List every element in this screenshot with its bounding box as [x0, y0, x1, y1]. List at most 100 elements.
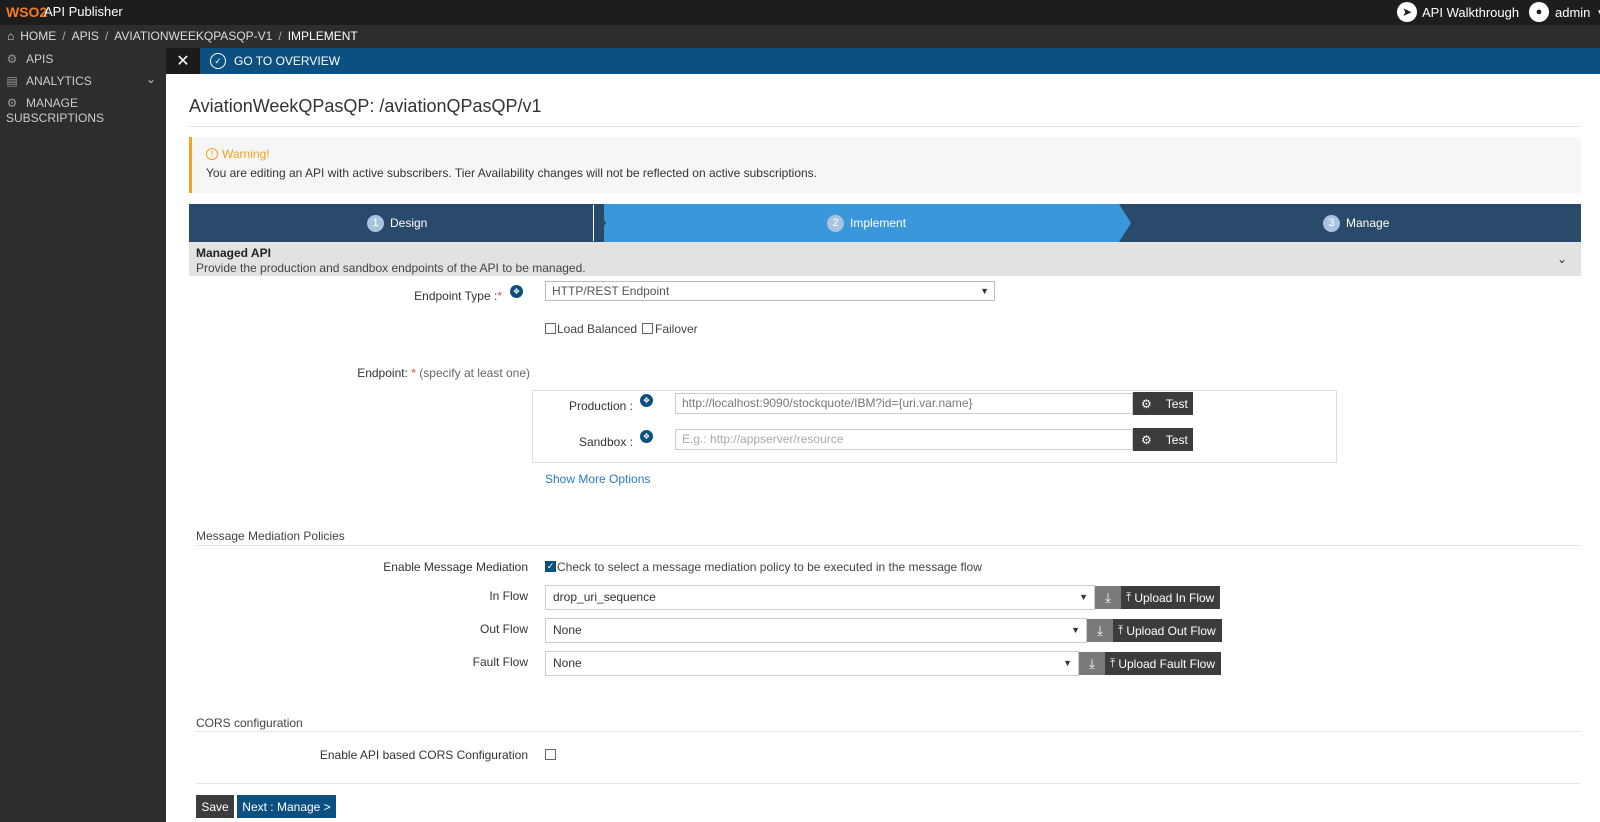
caret-down-icon: ▼ — [1596, 8, 1600, 17]
sidebar: ⚙ APIS ▤ ANALYTICS ⌄ ⚙ MANAGE SUBSCRIPTI… — [0, 48, 166, 822]
fault-flow-value: None — [553, 656, 582, 670]
go-to-overview-link[interactable]: ✓ GO TO OVERVIEW — [210, 48, 340, 74]
step-number: 2 — [827, 214, 844, 232]
step-label: Manage — [1346, 216, 1390, 230]
upload-in-flow-button[interactable]: ⤒ Upload In Flow — [1121, 586, 1221, 609]
close-icon[interactable]: ✕ — [166, 48, 200, 74]
caret-down-icon: ▼ — [1063, 658, 1072, 668]
out-flow-label: Out Flow — [479, 622, 528, 636]
walkthrough-label: API Walkthrough — [1422, 4, 1520, 20]
api-walkthrough-button[interactable]: ➤ API Walkthrough — [1397, 2, 1519, 22]
gear-icon: ⚙ — [6, 52, 18, 66]
managed-api-subtitle: Provide the production and sandbox endpo… — [196, 261, 586, 275]
download-out-flow-button[interactable]: ⤓ — [1087, 619, 1113, 642]
mediation-section-title: Message Mediation Policies — [196, 529, 345, 543]
sandbox-endpoint-input[interactable]: E.g.: http://appserver/resource — [675, 429, 1133, 450]
sidebar-item-manage-subscriptions[interactable]: ⚙ MANAGE SUBSCRIPTIONS — [6, 96, 106, 126]
step-design[interactable]: 1 Design — [367, 204, 427, 242]
out-flow-select[interactable]: None ▼ — [545, 618, 1087, 643]
wso2-logo[interactable]: WSO2 — [6, 4, 47, 20]
download-icon: ⤓ — [1097, 622, 1103, 638]
user-icon: ● — [1529, 2, 1549, 22]
breadcrumb-api[interactable]: AVIATIONWEEKQPASQP-V1 — [114, 29, 272, 43]
endpoint-label: Endpoint: * (specify at least one) — [357, 366, 530, 380]
sidebar-item-label: MANAGE SUBSCRIPTIONS — [6, 96, 105, 125]
breadcrumb-apis[interactable]: APIS — [72, 29, 99, 43]
upload-out-flow-button[interactable]: ⤒ Upload Out Flow — [1113, 619, 1222, 642]
load-balanced-checkbox[interactable] — [545, 323, 556, 334]
chart-icon: ▤ — [6, 74, 18, 88]
overview-bar: ✕ ✓ GO TO OVERVIEW — [166, 48, 1600, 74]
breadcrumb: ⌂ HOME / APIS / AVIATIONWEEKQPASQP-V1 / … — [7, 29, 358, 43]
help-icon[interactable]: ❖ — [640, 394, 653, 407]
out-flow-value: None — [553, 623, 582, 637]
production-endpoint-input[interactable]: http://localhost:9090/stockquote/IBM?id=… — [675, 393, 1133, 414]
warning-message: You are editing an API with active subsc… — [206, 166, 817, 180]
in-flow-label: In Flow — [489, 589, 528, 603]
cors-enable-checkbox[interactable] — [545, 749, 556, 760]
production-label: Production : — [568, 399, 633, 413]
test-label: Test — [1165, 396, 1188, 411]
save-button[interactable]: Save — [196, 795, 234, 818]
chevron-down-icon[interactable]: ⌄ — [146, 72, 156, 86]
sidebar-item-label: APIS — [26, 52, 54, 66]
caret-down-icon: ▼ — [980, 286, 989, 296]
step-label: Design — [390, 216, 428, 230]
download-icon: ⤓ — [1105, 589, 1111, 605]
upload-icon: ⤒ — [1126, 590, 1132, 604]
divider — [196, 545, 1580, 546]
endpoint-type-value: HTTP/REST Endpoint — [552, 284, 670, 298]
upload-label: Upload Out Flow — [1126, 623, 1216, 638]
chevron-down-icon[interactable]: ⌄ — [1557, 252, 1567, 266]
help-icon[interactable]: ❖ — [510, 285, 523, 298]
breadcrumb-separator: / — [278, 29, 282, 43]
cors-section-title: CORS configuration — [196, 716, 303, 730]
test-label: Test — [1165, 432, 1188, 447]
overview-label: GO TO OVERVIEW — [234, 54, 341, 68]
help-icon[interactable]: ❖ — [640, 430, 653, 443]
upload-label: Upload In Flow — [1134, 590, 1215, 605]
upload-icon: ⤒ — [1110, 656, 1116, 670]
user-menu[interactable]: ● admin ▼ — [1529, 2, 1600, 22]
breadcrumb-separator: / — [104, 29, 109, 43]
upload-fault-flow-button[interactable]: ⤒ Upload Fault Flow — [1105, 652, 1222, 675]
enable-mediation-checkbox[interactable]: ✓ — [545, 561, 556, 572]
step-number: 3 — [1323, 214, 1340, 232]
next-manage-button[interactable]: Next : Manage > — [237, 795, 336, 818]
sandbox-test-button[interactable]: ⚙ Test — [1133, 428, 1193, 451]
warning-title: ! Warning! — [206, 147, 270, 161]
step-implement[interactable]: 2 Implement — [827, 204, 906, 242]
step-number: 1 — [367, 214, 384, 232]
caret-down-icon: ▼ — [1071, 625, 1080, 635]
step-manage[interactable]: 3 Manage — [1323, 204, 1389, 242]
endpoint-type-select[interactable]: HTTP/REST Endpoint ▼ — [545, 281, 995, 301]
managed-api-panel-header[interactable]: Managed API Provide the production and s… — [189, 242, 1581, 276]
page-title: AviationWeekQPasQP: /aviationQPasQP/v1 — [189, 96, 542, 116]
production-test-button[interactable]: ⚙ Test — [1133, 392, 1193, 415]
gear-icon: ⚙ — [1141, 396, 1152, 411]
step-divider — [594, 204, 606, 242]
sidebar-item-label: ANALYTICS — [26, 74, 92, 88]
failover-checkbox[interactable] — [642, 323, 653, 334]
sidebar-item-apis[interactable]: ⚙ APIS — [6, 52, 54, 66]
upload-label: Upload Fault Flow — [1118, 656, 1216, 671]
home-icon: ⌂ — [7, 29, 15, 43]
sidebar-item-analytics[interactable]: ▤ ANALYTICS — [6, 74, 92, 88]
breadcrumb-home[interactable]: HOME — [20, 29, 56, 43]
endpoint-type-label: Endpoint Type :* — [414, 289, 502, 303]
user-name: admin — [1555, 4, 1591, 20]
fault-flow-select[interactable]: None ▼ — [545, 651, 1079, 676]
in-flow-select[interactable]: drop_uri_sequence ▼ — [545, 585, 1095, 610]
sandbox-label: Sandbox : — [578, 435, 633, 449]
show-more-options-link[interactable]: Show More Options — [545, 472, 650, 486]
enable-mediation-text: Check to select a message mediation poli… — [557, 560, 982, 574]
warning-icon: ! — [206, 148, 218, 160]
top-bar: WSO2 API Publisher ➤ API Walkthrough ● a… — [0, 0, 1600, 25]
download-fault-flow-button[interactable]: ⤓ — [1079, 652, 1105, 675]
download-in-flow-button[interactable]: ⤓ — [1095, 586, 1121, 609]
wizard-steps: 1 Design 2 Implement 3 Manage — [189, 204, 1581, 242]
divider — [196, 731, 1580, 732]
breadcrumb-current: IMPLEMENT — [287, 29, 358, 43]
breadcrumb-bar: ⌂ HOME / APIS / AVIATIONWEEKQPASQP-V1 / … — [0, 25, 1600, 48]
dashboard-icon: ✓ — [210, 53, 226, 69]
